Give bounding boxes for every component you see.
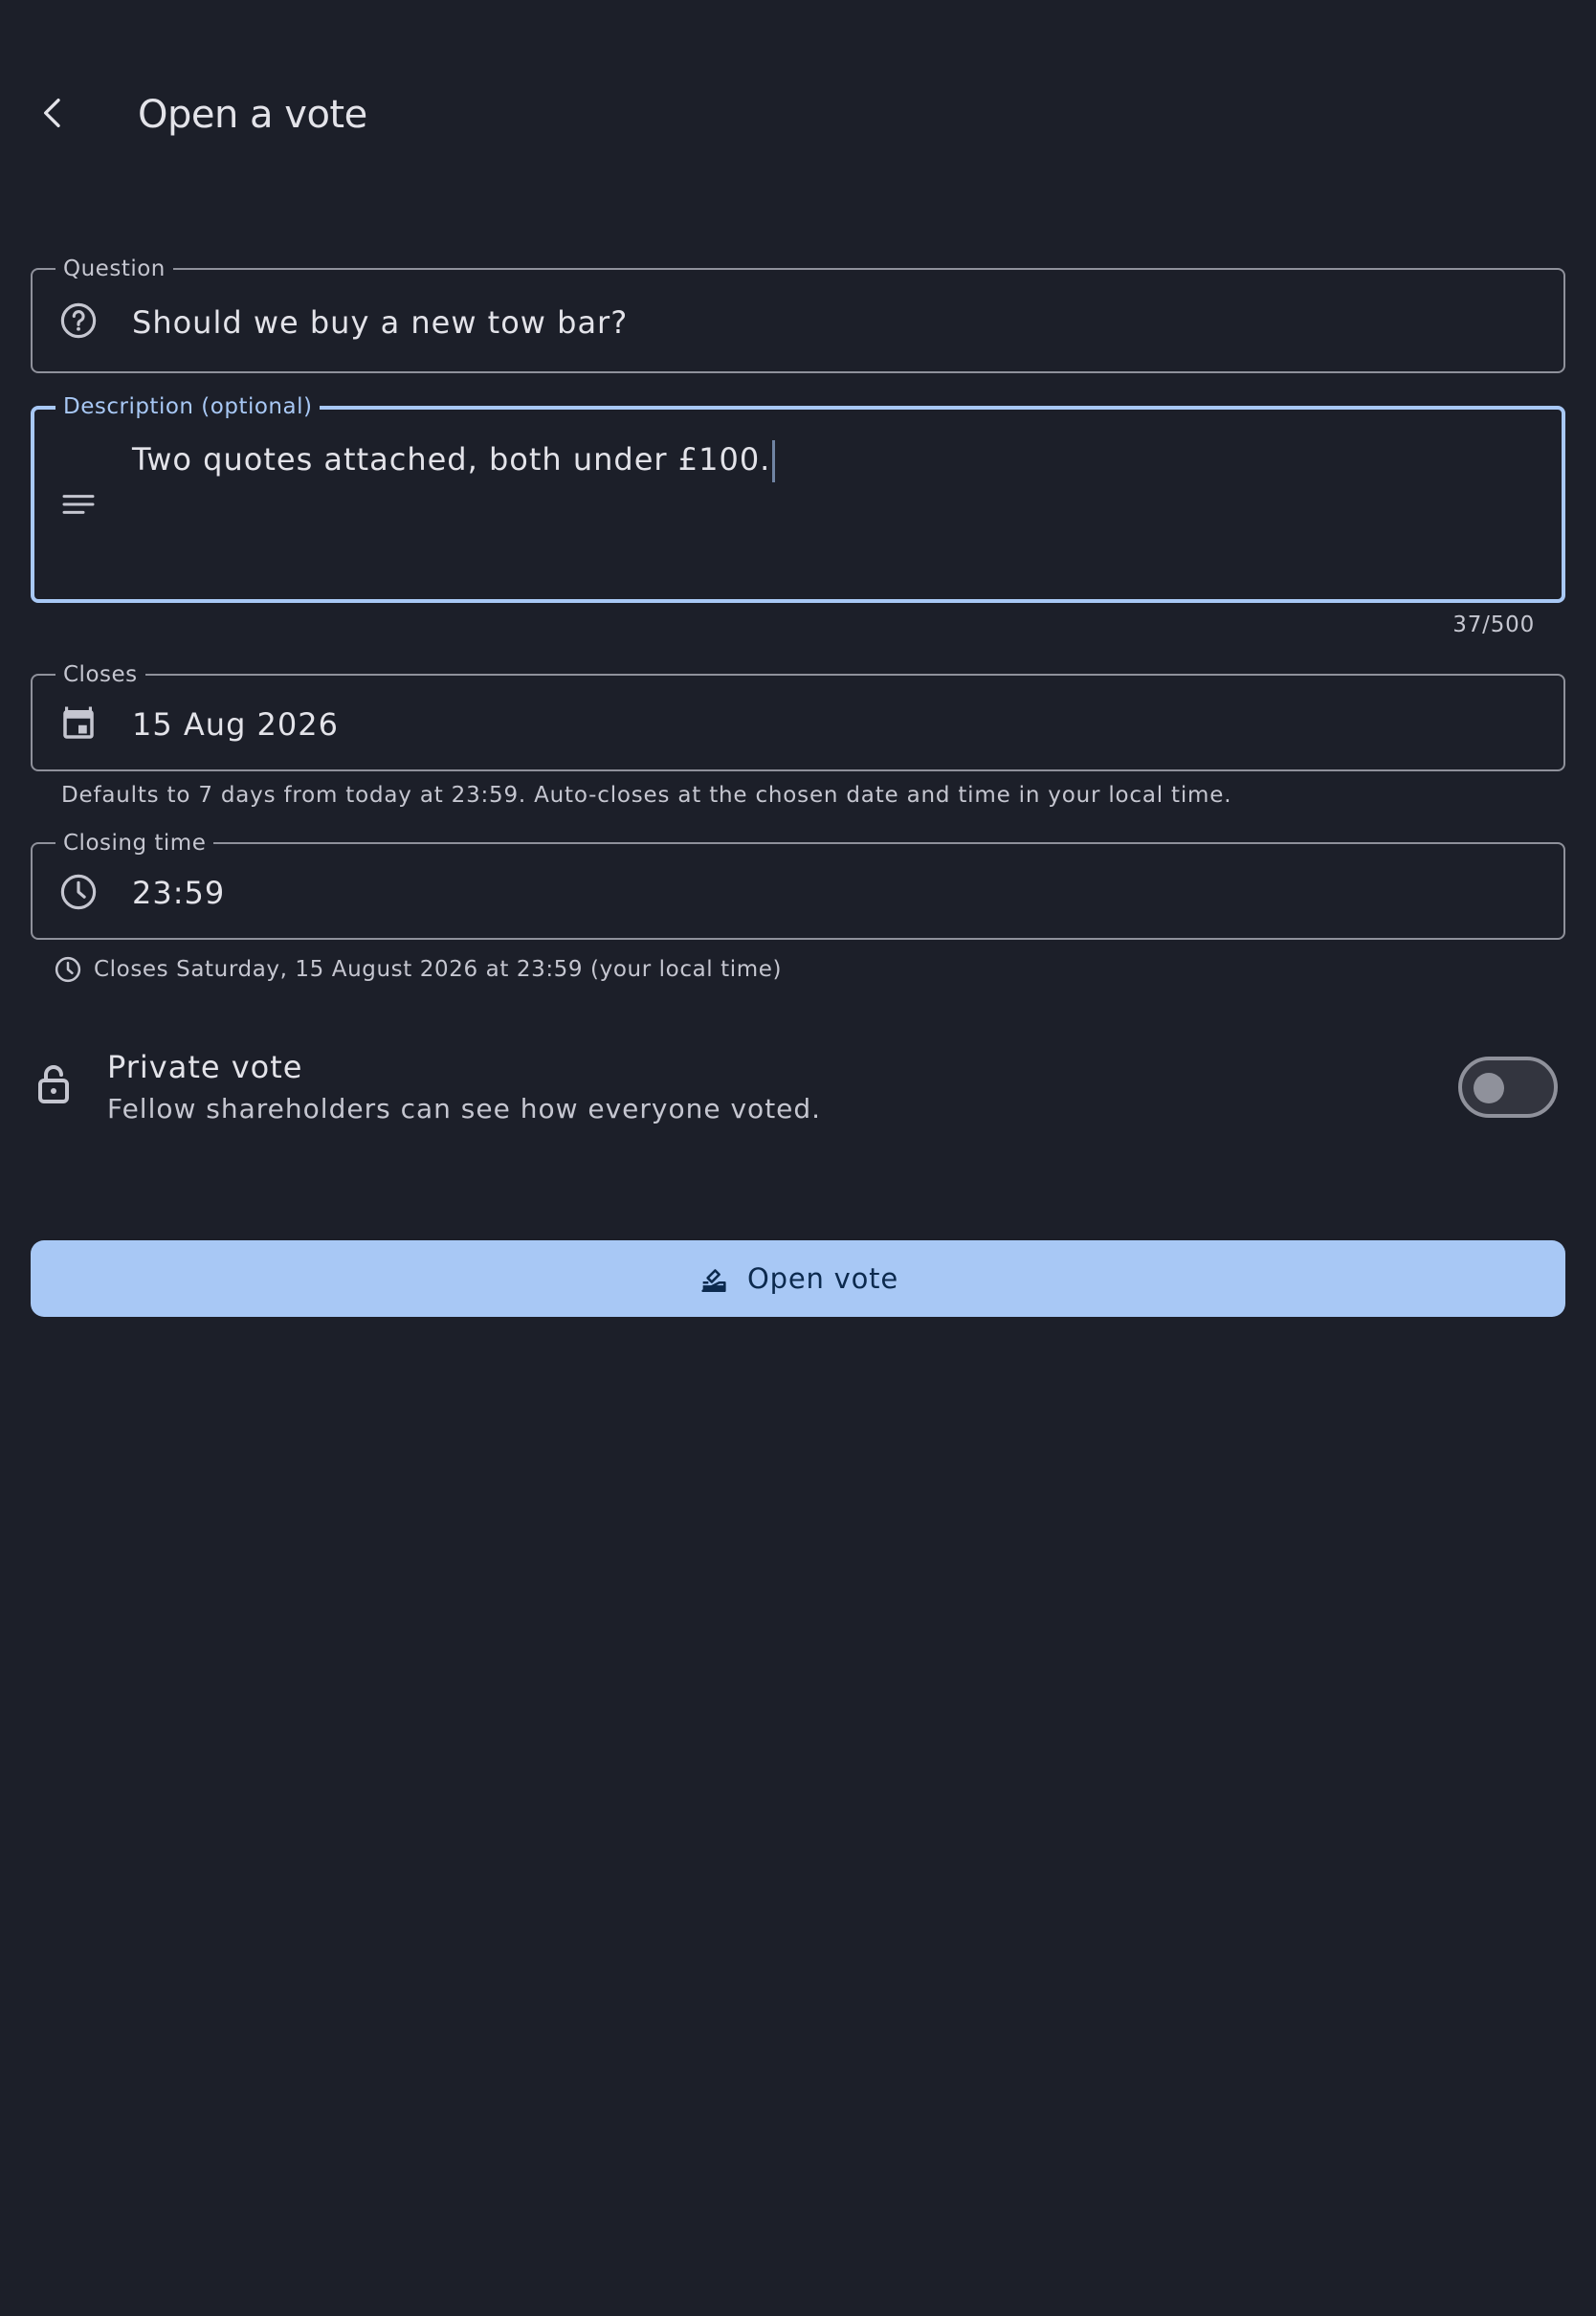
clock-icon (55, 869, 101, 915)
back-button[interactable] (23, 82, 84, 144)
question-field[interactable]: Question Should we buy a new tow bar? (31, 256, 1565, 373)
description-label: Description (optional) (55, 393, 321, 420)
notes-icon (55, 481, 101, 527)
question-label: Question (55, 256, 173, 282)
character-counter: 37/500 (1452, 612, 1535, 637)
open-vote-screen: Open a vote Question Should we buy a new… (0, 0, 1596, 2316)
private-vote-toggle[interactable] (1458, 1057, 1558, 1118)
closing-summary: Closes Saturday, 15 August 2026 at 23:59… (54, 955, 782, 984)
arrow-back-icon (44, 99, 60, 127)
closes-date-value[interactable]: 15 Aug 2026 (132, 705, 339, 744)
toggle-thumb (1474, 1073, 1504, 1103)
help-circle-icon (55, 298, 101, 344)
ballot-icon (701, 1269, 726, 1293)
calendar-icon (55, 701, 101, 746)
text-cursor (772, 440, 776, 482)
closes-date-field[interactable]: Closes 15 Aug 2026 (31, 661, 1565, 771)
clock-small-icon (55, 956, 81, 983)
description-input[interactable]: Two quotes attached, both under £100. (132, 440, 776, 482)
closing-time-field[interactable]: Closing time 23:59 (31, 830, 1565, 940)
closes-label: Closes (55, 661, 145, 688)
closes-helper-text: Defaults to 7 days from today at 23:59. … (61, 783, 1232, 808)
private-vote-row[interactable]: Private vote Fellow shareholders can see… (0, 1038, 1596, 1134)
private-vote-subtitle: Fellow shareholders can see how everyone… (107, 1093, 822, 1125)
closing-summary-text: Closes Saturday, 15 August 2026 at 23:59… (94, 957, 783, 982)
page-title: Open a vote (138, 93, 367, 137)
closing-time-value[interactable]: 23:59 (132, 874, 225, 912)
closing-time-label: Closing time (55, 830, 214, 857)
description-field[interactable]: Description (optional) Two quotes attach… (31, 393, 1565, 603)
description-text: Two quotes attached, both under £100. (132, 441, 771, 478)
lock-open-icon (38, 1065, 69, 1103)
private-vote-title: Private vote (107, 1049, 303, 1085)
question-input[interactable]: Should we buy a new tow bar? (132, 303, 628, 342)
open-vote-label: Open vote (747, 1262, 898, 1295)
open-vote-button[interactable]: Open vote (31, 1240, 1565, 1317)
